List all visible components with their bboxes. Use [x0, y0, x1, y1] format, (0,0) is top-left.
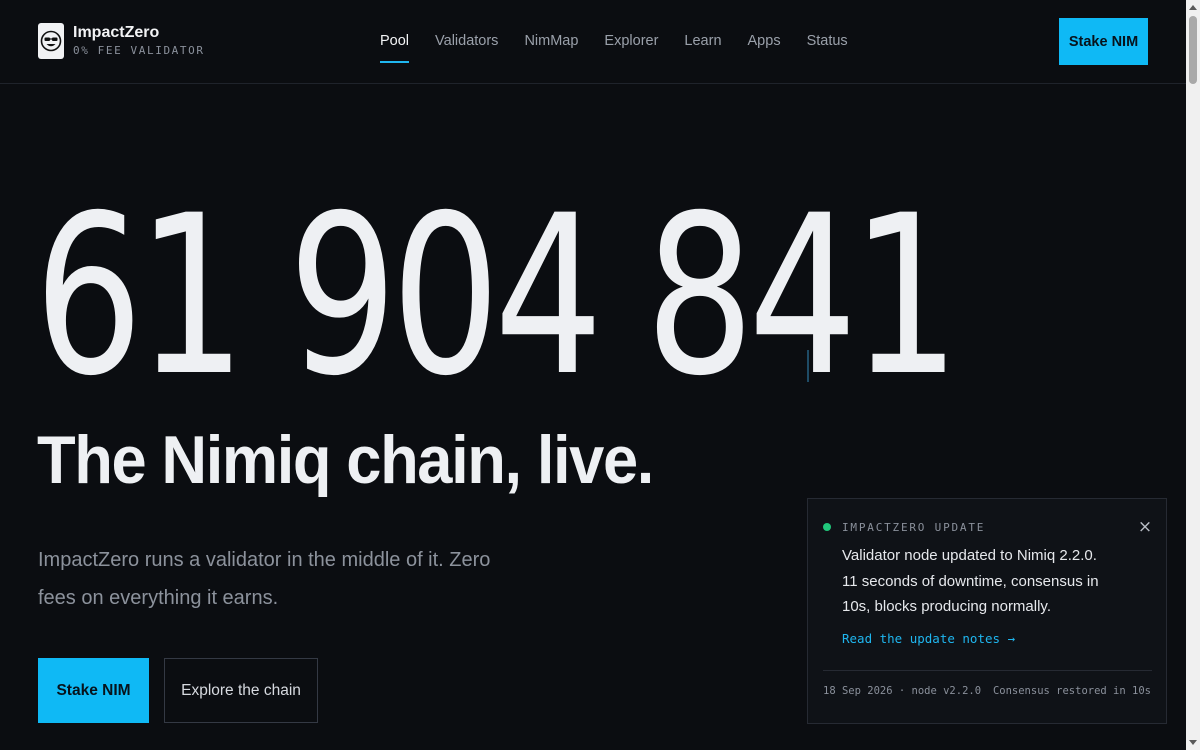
update-notes-link[interactable]: Read the update notes → — [842, 631, 1015, 646]
nav-item-validators[interactable]: Validators — [435, 31, 498, 63]
toast-divider — [823, 670, 1152, 671]
hero-headline: The Nimiq chain, live. — [37, 422, 654, 498]
nav-item-pool[interactable]: Pool — [380, 31, 410, 63]
page: ImpactZero 0% FEE VALIDATOR Pool Validat… — [0, 0, 1186, 750]
scrollbar-thumb[interactable] — [1189, 16, 1197, 84]
hero-subtitle: ImpactZero runs a validator in the middl… — [38, 549, 491, 609]
nav-item-learn[interactable]: Learn — [684, 31, 721, 63]
close-icon[interactable]: × — [1136, 517, 1154, 537]
site-header: ImpactZero 0% FEE VALIDATOR Pool Validat… — [0, 0, 1186, 84]
toast-status: Consensus restored in 10s — [992, 685, 1151, 697]
status-dot-icon — [823, 523, 831, 531]
toast-message: Validator node updated to Nimiq 2.2.0. 1… — [842, 547, 1099, 615]
nav-item-status[interactable]: Status — [807, 31, 848, 63]
brand-name: ImpactZero — [73, 24, 160, 41]
toast-label: IMPACTZERO UPDATE — [842, 521, 986, 534]
main-nav: Pool Validators NimMap Explorer Learn Ap… — [380, 31, 874, 63]
brand-text: ImpactZero 0% FEE VALIDATOR — [73, 23, 205, 59]
scroll-up-icon[interactable] — [1189, 5, 1197, 10]
toast-meta: 18 Sep 2026 · node v2.2.0 — [823, 685, 982, 697]
update-toast: IMPACTZERO UPDATE × Validator node updat… — [807, 498, 1167, 724]
explore-chain-button[interactable]: Explore the chain — [164, 658, 318, 723]
nav-item-apps[interactable]: Apps — [748, 31, 781, 63]
nav-item-nimmap[interactable]: NimMap — [524, 31, 578, 63]
logo-icon — [38, 23, 64, 59]
brand-tagline: 0% FEE VALIDATOR — [73, 44, 205, 57]
counter-caret — [807, 350, 809, 382]
block-height-counter: 61 904 841 — [34, 168, 960, 424]
brand[interactable]: ImpactZero 0% FEE VALIDATOR — [38, 23, 205, 59]
stake-nim-button[interactable]: Stake NIM — [38, 658, 149, 723]
stake-nim-header-button[interactable]: Stake NIM — [1059, 18, 1148, 65]
scroll-down-icon[interactable] — [1189, 740, 1197, 745]
nav-item-explorer[interactable]: Explorer — [604, 31, 658, 63]
scrollbar[interactable] — [1186, 0, 1200, 750]
